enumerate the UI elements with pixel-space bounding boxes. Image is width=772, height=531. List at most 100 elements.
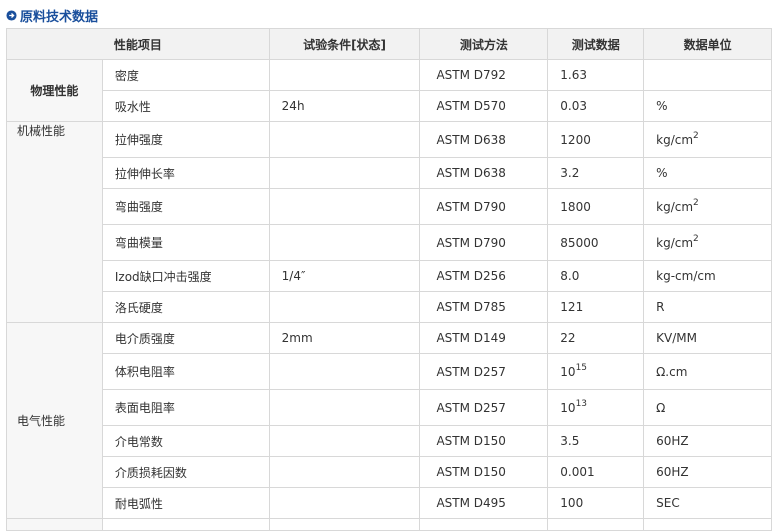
value-exponent: 13 bbox=[575, 398, 588, 409]
value-cell-text: 10 bbox=[560, 364, 576, 379]
empty-cell bbox=[419, 518, 549, 531]
property-cell: 耐电弧性 bbox=[101, 487, 270, 519]
method-cell: ASTM D638 bbox=[419, 157, 549, 189]
table-row: 物理性能 密度 ASTM D792 1.63 bbox=[6, 59, 772, 122]
header-method: 测试方法 bbox=[419, 28, 549, 60]
condition-cell bbox=[268, 487, 421, 519]
method-cell: ASTM D149 bbox=[419, 322, 549, 354]
method-cell: ASTM D790 bbox=[419, 224, 549, 261]
unit-exponent: 2 bbox=[693, 197, 699, 208]
condition-cell-text: 24h bbox=[281, 99, 305, 113]
value-cell: 1.63 bbox=[547, 59, 645, 91]
table-row: 拉伸伸长率 ASTM D638 3.2% bbox=[7, 157, 772, 189]
technical-data-table: 性能项目 试验条件[状态] 测试方法 测试数据 数据单位 物理性能 密度 ASTM … bbox=[6, 28, 772, 531]
table-row: 介质损耗因数 ASTM D150 0.001 60HZ bbox=[7, 456, 772, 488]
section-title-text: 原料技术数据 bbox=[20, 9, 99, 25]
property-cell: 体积电阻率 bbox=[101, 353, 270, 390]
property-cell: 介电常数 bbox=[101, 425, 270, 457]
condition-cell bbox=[268, 291, 421, 323]
value-cell: 1013 bbox=[547, 389, 645, 426]
table-row: 机械性能 拉伸强度 ASTM D638 1200 kg/cm2 bbox=[6, 121, 772, 323]
table-row: 体积电阻率 ASTM D257 1015 Ω.cm bbox=[7, 353, 772, 390]
value-cell: 1015 bbox=[547, 353, 645, 390]
method-cell-text: ASTM D792 bbox=[436, 68, 506, 82]
property-cell: 洛氏硬度 bbox=[101, 291, 270, 323]
value-cell-text: 1200 bbox=[560, 132, 591, 147]
table-row: 电气性能 电介质强度 2mm ASTM D149 22 KV/MM bbox=[6, 322, 772, 519]
unit-cell-text: 60HZ bbox=[656, 465, 689, 479]
header-property: 性能项目 bbox=[6, 28, 270, 60]
value-cell-text: 0.001 bbox=[560, 465, 595, 479]
value-cell: 22 bbox=[547, 322, 645, 354]
unit-cell: kg/cm2 bbox=[643, 121, 772, 158]
property-cell-text: 耐电弧性 bbox=[114, 496, 163, 511]
value-cell: 121 bbox=[547, 291, 645, 323]
value-cell-text: 85000 bbox=[560, 235, 599, 250]
unit-cell: kg/cm2 bbox=[643, 224, 772, 261]
value-cell-text: 0.03 bbox=[560, 99, 588, 113]
unit-cell: % bbox=[643, 90, 772, 122]
table-row: 弯曲模量 ASTM D790 85000 kg/cm2 bbox=[7, 224, 772, 261]
property-cell-text: 介电常数 bbox=[114, 434, 163, 449]
method-cell: ASTM D150 bbox=[419, 456, 549, 488]
unit-cell: kg/cm2 bbox=[643, 188, 772, 225]
property-cell-text: Izod缺口冲击强度 bbox=[114, 269, 212, 284]
empty-cell bbox=[268, 518, 421, 531]
method-cell-text: ASTM D257 bbox=[436, 364, 506, 379]
condition-cell bbox=[268, 59, 421, 91]
unit-cell-text: kg/cm bbox=[656, 132, 694, 147]
condition-cell: 2mm bbox=[268, 322, 421, 354]
method-cell-text: ASTM D638 bbox=[436, 166, 506, 180]
section-title: 原料技术数据 bbox=[6, 5, 98, 25]
unit-cell: 60HZ bbox=[643, 456, 772, 488]
method-cell: ASTM D257 bbox=[419, 389, 549, 426]
value-cell: 1800 bbox=[547, 188, 645, 225]
method-cell-text: ASTM D149 bbox=[436, 331, 506, 345]
method-cell: ASTM D495 bbox=[419, 487, 549, 519]
value-cell-text: 22 bbox=[560, 331, 576, 345]
method-cell-text: ASTM D638 bbox=[436, 132, 506, 147]
unit-cell: KV/MM bbox=[643, 322, 772, 354]
unit-cell: Ω.cm bbox=[643, 353, 772, 390]
method-cell: ASTM D570 bbox=[419, 90, 549, 122]
value-cell: 0.03 bbox=[547, 90, 645, 122]
unit-cell-text: SEC bbox=[656, 496, 680, 510]
unit-cell: Ω bbox=[643, 389, 772, 426]
property-cell-text: 洛氏硬度 bbox=[114, 300, 163, 315]
table-row: 吸水性 24h ASTM D570 0.03% bbox=[7, 90, 772, 122]
empty-cell bbox=[547, 518, 645, 531]
header-unit: 数据单位 bbox=[643, 28, 772, 60]
unit-cell-text: R bbox=[656, 300, 665, 314]
method-cell-text: ASTM D495 bbox=[436, 496, 506, 510]
method-cell: ASTM D638 bbox=[419, 121, 549, 158]
method-cell: ASTM D785 bbox=[419, 291, 549, 323]
unit-cell: kg-cm/cm bbox=[643, 260, 772, 292]
value-cell: 3.5 bbox=[547, 425, 645, 457]
property-cell: 吸水性 bbox=[101, 90, 270, 122]
condition-cell bbox=[268, 157, 421, 189]
condition-cell bbox=[268, 389, 421, 426]
value-cell: 8.0 bbox=[547, 260, 645, 292]
condition-cell-text: 2mm bbox=[281, 331, 313, 345]
condition-cell bbox=[268, 456, 421, 488]
empty-cell bbox=[101, 518, 270, 531]
property-cell-text: 弯曲强度 bbox=[114, 200, 163, 214]
table-row: 弯曲强度 ASTM D790 1800 kg/cm2 bbox=[7, 188, 772, 225]
empty-cell bbox=[643, 518, 772, 531]
unit-cell-text: kg-cm/cm bbox=[656, 269, 716, 283]
unit-cell-text: kg/cm bbox=[656, 199, 694, 214]
category-cell: 电气性能 bbox=[6, 322, 103, 519]
property-cell-text: 拉伸伸长率 bbox=[114, 166, 175, 181]
condition-cell bbox=[268, 425, 421, 457]
table-body: 物理性能 密度 ASTM D792 1.63 吸水性 24h ASTM D570 0.03% 机… bbox=[6, 59, 772, 531]
value-cell-text: 3.2 bbox=[560, 166, 580, 180]
value-cell-text: 1.63 bbox=[560, 68, 588, 82]
method-cell-text: ASTM D570 bbox=[436, 99, 506, 113]
unit-cell-text: % bbox=[656, 99, 668, 113]
property-cell: 密度 bbox=[101, 59, 270, 91]
method-cell: ASTM D150 bbox=[419, 425, 549, 457]
method-cell: ASTM D792 bbox=[419, 59, 549, 91]
unit-cell-text: Ω bbox=[656, 400, 666, 415]
property-cell: 拉伸伸长率 bbox=[101, 157, 270, 189]
value-cell: 100 bbox=[547, 487, 645, 519]
